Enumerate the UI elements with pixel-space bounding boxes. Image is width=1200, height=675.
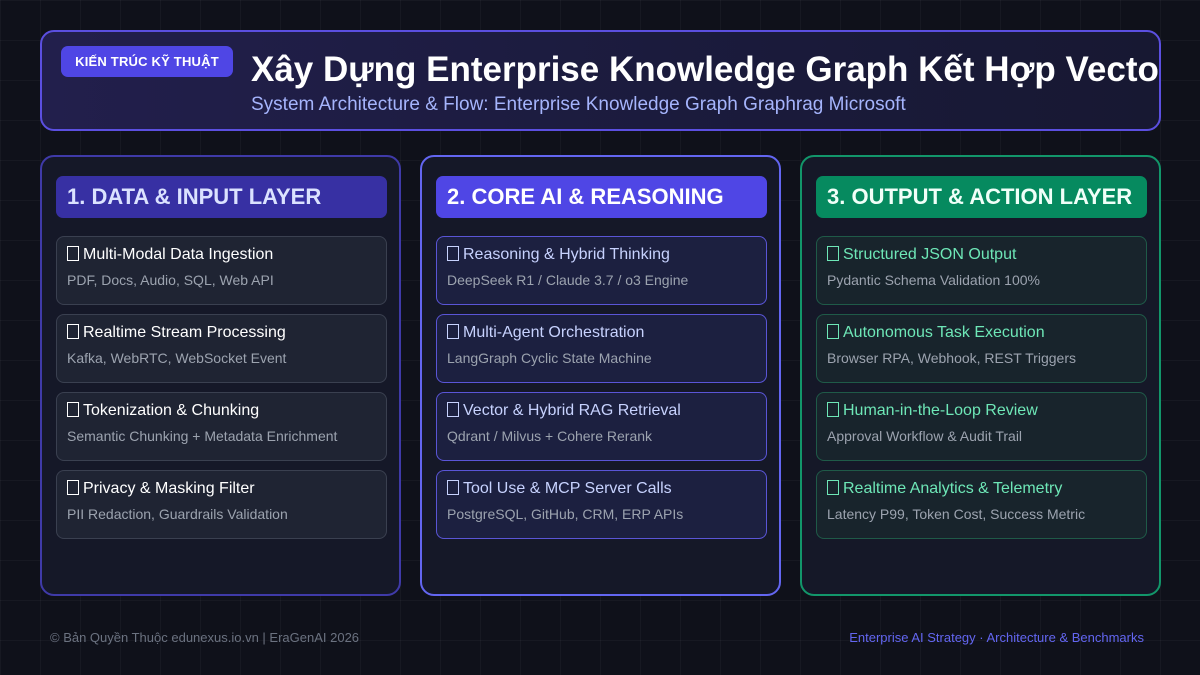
layer-card: Realtime Analytics & Telemetry Latency P… xyxy=(816,470,1147,539)
card-description: LangGraph Cyclic State Machine xyxy=(447,350,652,366)
card-description: PostgreSQL, GitHub, CRM, ERP APIs xyxy=(447,506,684,522)
column-data-input-layer: 1. DATA & INPUT LAYER Multi-Modal Data I… xyxy=(40,155,401,596)
missing-glyph-icon xyxy=(447,246,459,261)
card-description: PDF, Docs, Audio, SQL, Web API xyxy=(67,272,274,288)
card-title: Realtime Analytics & Telemetry xyxy=(843,480,1063,497)
layer-card: Multi-Agent Orchestration LangGraph Cycl… xyxy=(436,314,767,383)
missing-glyph-icon xyxy=(67,402,79,417)
card-description: Qdrant / Milvus + Cohere Rerank xyxy=(447,428,653,444)
layer-card: Autonomous Task Execution Browser RPA, W… xyxy=(816,314,1147,383)
card-title: Multi-Agent Orchestration xyxy=(463,324,645,341)
layer-card: Privacy & Masking Filter PII Redaction, … xyxy=(56,470,387,539)
card-title: Multi-Modal Data Ingestion xyxy=(83,246,274,263)
missing-glyph-icon xyxy=(67,480,79,495)
missing-glyph-icon xyxy=(67,246,79,261)
layer-card: Multi-Modal Data Ingestion PDF, Docs, Au… xyxy=(56,236,387,305)
card-title: Human-in-the-Loop Review xyxy=(843,402,1038,419)
layer-card: Human-in-the-Loop Review Approval Workfl… xyxy=(816,392,1147,461)
page-subtitle: System Architecture & Flow: Enterprise K… xyxy=(251,94,906,115)
card-title: Tool Use & MCP Server Calls xyxy=(463,480,672,497)
category-badge: KIẾN TRÚC KỸ THUẬT xyxy=(61,46,233,77)
layer-card: Tokenization & Chunking Semantic Chunkin… xyxy=(56,392,387,461)
card-description: Browser RPA, Webhook, REST Triggers xyxy=(827,350,1076,366)
card-title: Autonomous Task Execution xyxy=(843,324,1045,341)
column-heading: 1. DATA & INPUT LAYER xyxy=(56,176,387,218)
missing-glyph-icon xyxy=(67,324,79,339)
card-title: Tokenization & Chunking xyxy=(83,402,260,419)
card-title: Reasoning & Hybrid Thinking xyxy=(463,246,670,263)
card-description: DeepSeek R1 / Claude 3.7 / o3 Engine xyxy=(447,272,689,288)
card-title: Realtime Stream Processing xyxy=(83,324,286,341)
column-output-action-layer: 3. OUTPUT & ACTION LAYER Structured JSON… xyxy=(800,155,1161,596)
page-title: Xây Dựng Enterprise Knowledge Graph Kết … xyxy=(251,50,1161,89)
missing-glyph-icon xyxy=(827,402,839,417)
card-description: Latency P99, Token Cost, Success Metric xyxy=(827,506,1086,522)
missing-glyph-icon xyxy=(447,480,459,495)
card-description: PII Redaction, Guardrails Validation xyxy=(67,506,288,522)
card-description: Pydantic Schema Validation 100% xyxy=(827,272,1040,288)
layer-card: Realtime Stream Processing Kafka, WebRTC… xyxy=(56,314,387,383)
layer-card: Vector & Hybrid RAG Retrieval Qdrant / M… xyxy=(436,392,767,461)
missing-glyph-icon xyxy=(447,324,459,339)
card-title: Structured JSON Output xyxy=(843,246,1017,263)
missing-glyph-icon xyxy=(827,324,839,339)
card-title: Vector & Hybrid RAG Retrieval xyxy=(463,402,681,419)
layer-card: Structured JSON Output Pydantic Schema V… xyxy=(816,236,1147,305)
layer-card: Reasoning & Hybrid Thinking DeepSeek R1 … xyxy=(436,236,767,305)
column-core-ai-reasoning: 2. CORE AI & REASONING Reasoning & Hybri… xyxy=(420,155,781,596)
missing-glyph-icon xyxy=(827,480,839,495)
card-description: Semantic Chunking + Metadata Enrichment xyxy=(67,428,338,444)
missing-glyph-icon xyxy=(447,402,459,417)
copyright-text: © Bản Quyền Thuộc edunexus.io.vn | EraGe… xyxy=(50,630,360,645)
header-banner: KIẾN TRÚC KỸ THUẬT Xây Dựng Enterprise K… xyxy=(40,30,1161,131)
card-description: Approval Workflow & Audit Trail xyxy=(827,428,1023,444)
card-description: Kafka, WebRTC, WebSocket Event xyxy=(67,350,287,366)
footer-tagline: Enterprise AI Strategy · Architecture & … xyxy=(849,630,1144,645)
missing-glyph-icon xyxy=(827,246,839,261)
card-title: Privacy & Masking Filter xyxy=(83,480,255,497)
column-heading: 3. OUTPUT & ACTION LAYER xyxy=(816,176,1147,218)
column-heading: 2. CORE AI & REASONING xyxy=(436,176,767,218)
layer-card: Tool Use & MCP Server Calls PostgreSQL, … xyxy=(436,470,767,539)
